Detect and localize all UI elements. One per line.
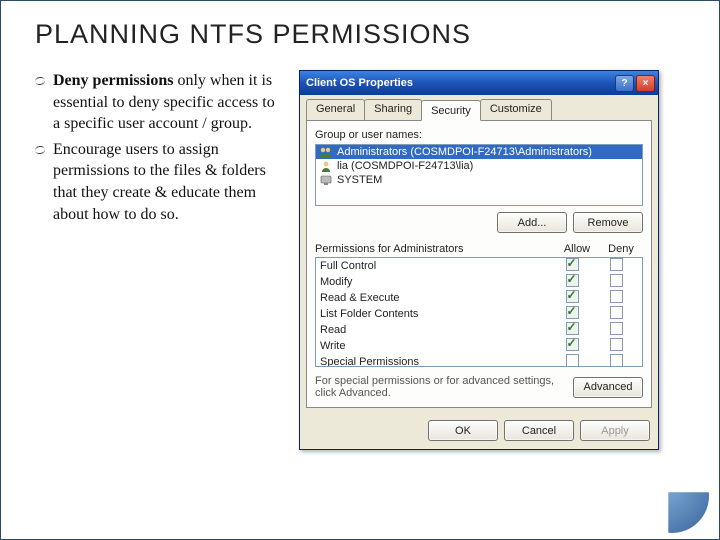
group-button-row: Add... Remove (315, 212, 643, 233)
permissions-header: Permissions for Administrators Allow Den… (315, 243, 643, 255)
advanced-row: For special permissions or for advanced … (315, 375, 643, 399)
permission-row: Modify (316, 274, 642, 290)
list-item-label: lia (COSMDPOI-F24713\lia) (337, 160, 473, 172)
titlebar-buttons: ? × (615, 75, 655, 92)
list-item[interactable]: lia (COSMDPOI-F24713\lia) (316, 159, 642, 173)
permission-name: List Folder Contents (320, 308, 550, 320)
dialog-button-bar: OK Cancel Apply (300, 414, 658, 449)
tab-sharing[interactable]: Sharing (364, 99, 422, 120)
permission-row: Full Control (316, 258, 642, 274)
list-item[interactable]: SYSTEM (316, 173, 642, 187)
group-list-label: Group or user names: (315, 129, 643, 141)
bullet-text: Encourage users to assign permissions to… (53, 141, 266, 223)
bullet-list: Deny permissions only when it is essenti… (35, 70, 285, 450)
bullet-bold: Deny permissions (53, 72, 173, 89)
deny-checkbox[interactable] (610, 354, 623, 367)
remove-button[interactable]: Remove (573, 212, 643, 233)
permission-row: Write (316, 338, 642, 354)
advanced-hint-text: For special permissions or for advanced … (315, 375, 565, 399)
properties-dialog: Client OS Properties ? × General Sharing… (299, 70, 659, 450)
allow-checkbox[interactable] (566, 338, 579, 351)
permission-name: Read & Execute (320, 292, 550, 304)
user-icon (319, 160, 333, 172)
dialog-titlebar[interactable]: Client OS Properties ? × (300, 71, 658, 95)
tab-security[interactable]: Security (421, 100, 481, 121)
allow-checkbox[interactable] (566, 306, 579, 319)
cancel-button[interactable]: Cancel (504, 420, 574, 441)
deny-checkbox[interactable] (610, 338, 623, 351)
bullet-item: Encourage users to assign permissions to… (35, 139, 285, 225)
users-group-icon (319, 146, 333, 158)
close-button[interactable]: × (636, 75, 655, 92)
deny-checkbox[interactable] (610, 274, 623, 287)
apply-button[interactable]: Apply (580, 420, 650, 441)
content-row: Deny permissions only when it is essenti… (35, 70, 697, 450)
slide-title: PLANNING NTFS PERMISSIONS (35, 19, 697, 50)
allow-checkbox[interactable] (566, 322, 579, 335)
bullet-item: Deny permissions only when it is essenti… (35, 70, 285, 135)
allow-column-header: Allow (555, 243, 599, 255)
advanced-button[interactable]: Advanced (573, 377, 643, 398)
tab-strip: General Sharing Security Customize (300, 95, 658, 120)
decorative-sphere (635, 459, 709, 533)
tab-general[interactable]: General (306, 99, 365, 120)
permission-row: Special Permissions (316, 354, 642, 367)
permission-row: List Folder Contents (316, 306, 642, 322)
allow-checkbox[interactable] (566, 258, 579, 271)
permissions-label: Permissions for Administrators (315, 243, 555, 255)
permission-name: Full Control (320, 260, 550, 272)
close-icon: × (643, 78, 649, 89)
permission-name: Write (320, 340, 550, 352)
permission-row: Read & Execute (316, 290, 642, 306)
permissions-list[interactable]: Full Control Modify Read & Execute List Fol… (315, 257, 643, 367)
dialog-title: Client OS Properties (306, 77, 413, 89)
deny-checkbox[interactable] (610, 306, 623, 319)
group-listbox[interactable]: Administrators (COSMDPOI-F24713\Administ… (315, 144, 643, 206)
deny-checkbox[interactable] (610, 322, 623, 335)
permission-name: Modify (320, 276, 550, 288)
help-button[interactable]: ? (615, 75, 634, 92)
system-icon (319, 174, 333, 186)
list-item[interactable]: Administrators (COSMDPOI-F24713\Administ… (316, 145, 642, 159)
allow-checkbox[interactable] (566, 354, 579, 367)
add-button[interactable]: Add... (497, 212, 567, 233)
tab-body-security: Group or user names: Administrators (COS… (306, 120, 652, 408)
ok-button[interactable]: OK (428, 420, 498, 441)
permission-name: Read (320, 324, 550, 336)
deny-column-header: Deny (599, 243, 643, 255)
slide: PLANNING NTFS PERMISSIONS Deny permissio… (0, 0, 720, 540)
deny-checkbox[interactable] (610, 258, 623, 271)
list-item-label: Administrators (COSMDPOI-F24713\Administ… (337, 146, 592, 158)
allow-checkbox[interactable] (566, 274, 579, 287)
permission-row: Read (316, 322, 642, 338)
permission-name: Special Permissions (320, 356, 550, 367)
deny-checkbox[interactable] (610, 290, 623, 303)
list-item-label: SYSTEM (337, 174, 382, 186)
tab-customize[interactable]: Customize (480, 99, 552, 120)
allow-checkbox[interactable] (566, 290, 579, 303)
help-icon: ? (621, 78, 627, 89)
